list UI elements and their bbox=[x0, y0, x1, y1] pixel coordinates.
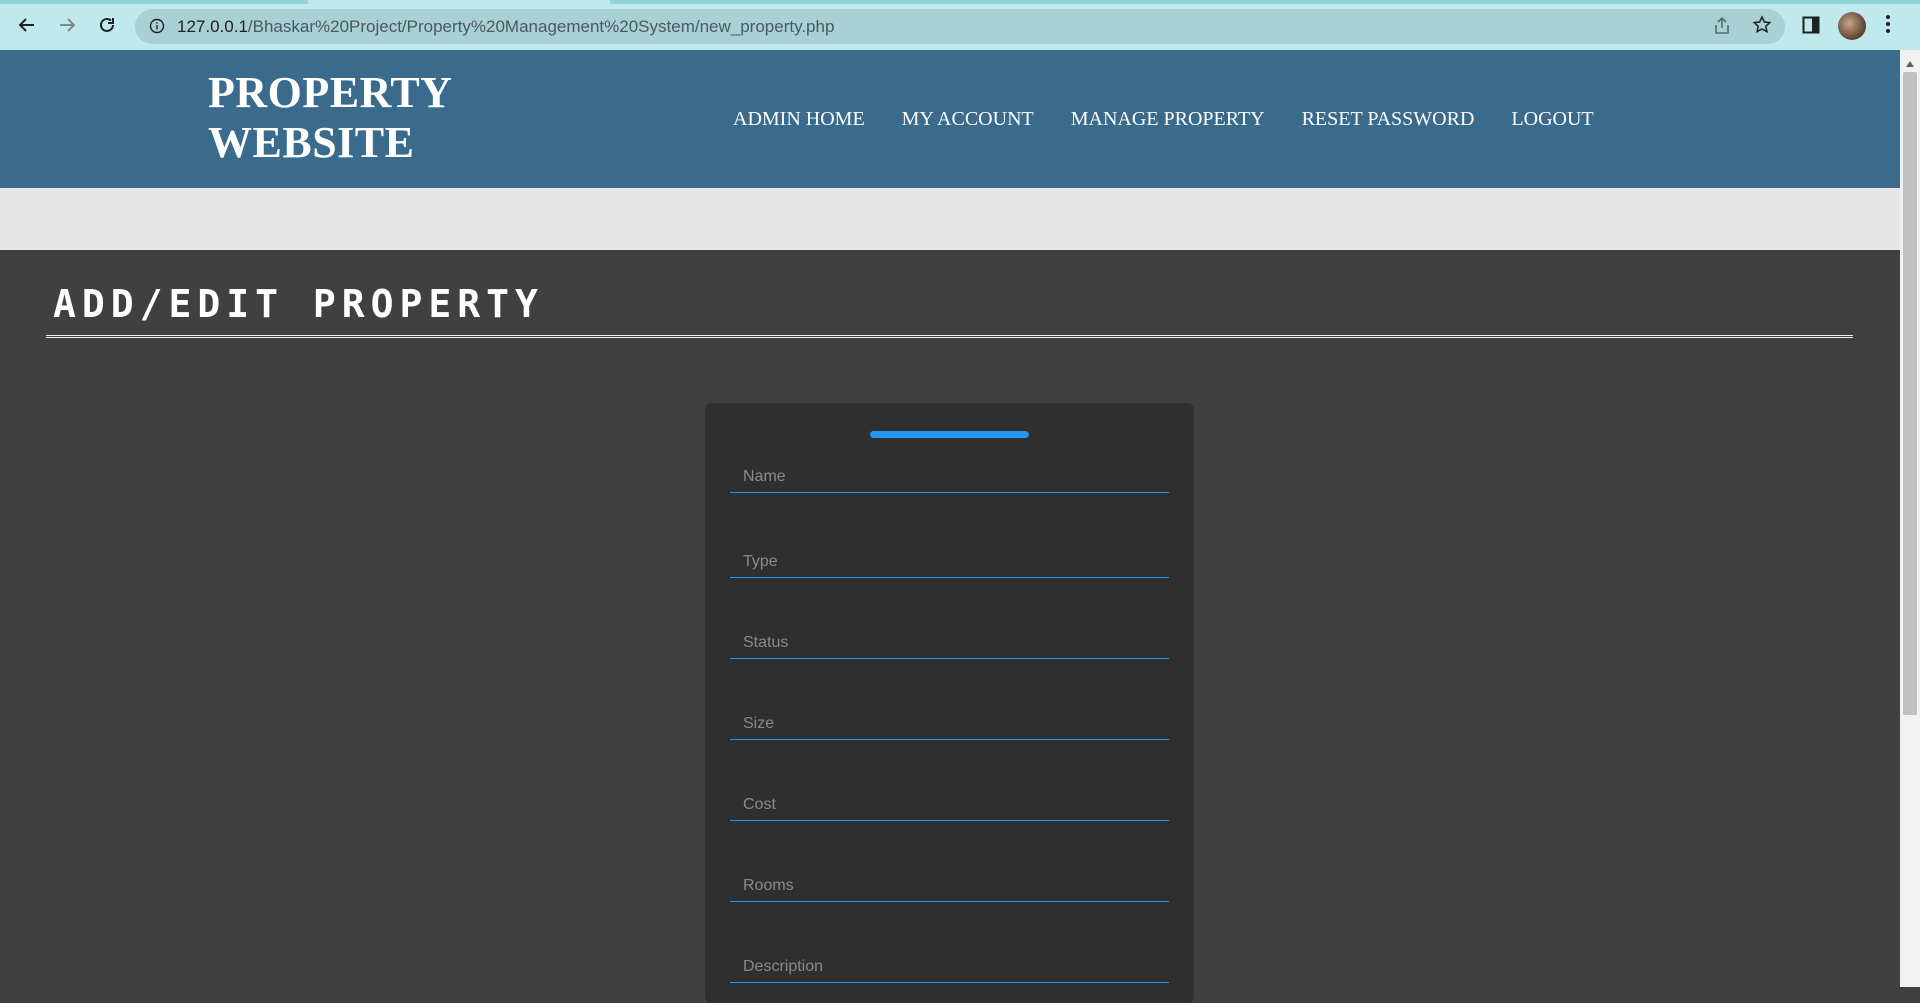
main-nav: ADMIN HOME MY ACCOUNT MANAGE PROPERTY RE… bbox=[733, 50, 1631, 188]
size-field-wrap bbox=[730, 709, 1169, 740]
nav-manage-property[interactable]: MANAGE PROPERTY bbox=[1071, 108, 1265, 131]
rooms-field-wrap bbox=[730, 871, 1169, 902]
side-panel-icon[interactable] bbox=[1802, 16, 1820, 39]
header-spacer-band bbox=[0, 188, 1900, 250]
nav-admin-home[interactable]: ADMIN HOME bbox=[733, 108, 865, 131]
rooms-input[interactable] bbox=[730, 871, 1169, 901]
cost-input[interactable] bbox=[730, 790, 1169, 820]
url-text[interactable]: 127.0.0.1/Bhaskar%20Project/Property%20M… bbox=[177, 9, 834, 44]
profile-avatar[interactable] bbox=[1838, 12, 1866, 40]
page-scrollbar[interactable] bbox=[1900, 50, 1920, 987]
card-accent-bar bbox=[870, 431, 1029, 438]
nav-reset-password[interactable]: RESET PASSWORD bbox=[1302, 108, 1475, 131]
url-path: /Bhaskar%20Project/Property%20Management… bbox=[247, 17, 835, 36]
logo-line-2: WEBSITE bbox=[208, 118, 415, 167]
page-title: ADD/EDIT PROPERTY bbox=[53, 282, 544, 326]
info-icon[interactable] bbox=[149, 18, 165, 39]
forward-arrow-icon[interactable] bbox=[53, 11, 81, 39]
nav-logout[interactable]: LOGOUT bbox=[1511, 108, 1593, 131]
description-input[interactable] bbox=[730, 952, 1169, 982]
site-logo[interactable]: PROPERTY WEBSITE bbox=[208, 68, 452, 168]
tab-strip bbox=[0, 0, 1920, 4]
scroll-up-arrow-icon[interactable] bbox=[1905, 55, 1915, 73]
size-input[interactable] bbox=[730, 709, 1169, 739]
property-form-card bbox=[705, 403, 1194, 1003]
name-field-wrap bbox=[730, 462, 1169, 493]
title-divider bbox=[46, 335, 1853, 338]
logo-line-1: PROPERTY bbox=[208, 68, 453, 117]
address-bar[interactable]: 127.0.0.1/Bhaskar%20Project/Property%20M… bbox=[135, 9, 1785, 44]
scrollbar-thumb[interactable] bbox=[1903, 72, 1917, 715]
back-arrow-icon[interactable] bbox=[13, 11, 41, 39]
name-input[interactable] bbox=[730, 462, 1169, 492]
browser-toolbar: 127.0.0.1/Bhaskar%20Project/Property%20M… bbox=[0, 0, 1920, 50]
reload-icon[interactable] bbox=[93, 11, 121, 39]
star-icon[interactable] bbox=[1752, 15, 1772, 40]
cost-field-wrap bbox=[730, 790, 1169, 821]
site-header: PROPERTY WEBSITE ADMIN HOME MY ACCOUNT M… bbox=[0, 50, 1900, 188]
nav-my-account[interactable]: MY ACCOUNT bbox=[902, 108, 1034, 131]
type-field-wrap bbox=[730, 547, 1169, 578]
type-input[interactable] bbox=[730, 547, 1169, 577]
more-vert-icon[interactable] bbox=[1885, 14, 1891, 39]
share-icon[interactable] bbox=[1712, 16, 1732, 41]
description-field-wrap bbox=[730, 952, 1169, 983]
url-host: 127.0.0.1 bbox=[177, 17, 248, 36]
status-input[interactable] bbox=[730, 628, 1169, 658]
status-field-wrap bbox=[730, 628, 1169, 659]
active-tab[interactable] bbox=[308, 0, 610, 4]
